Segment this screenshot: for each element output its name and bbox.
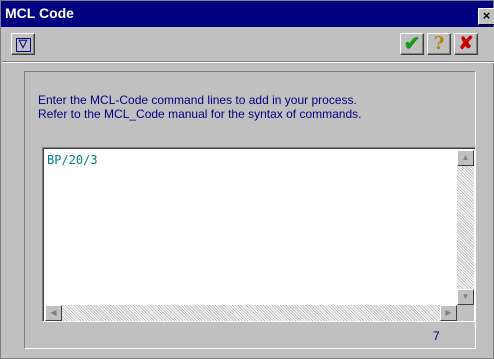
dropdown-arrow-icon: ▽ xyxy=(15,38,31,52)
scrollbar-corner xyxy=(457,305,474,321)
window-title: MCL Code xyxy=(5,5,74,21)
dropdown-button[interactable]: ▽ xyxy=(11,33,35,55)
instructions-text: Enter the MCL-Code command lines to add … xyxy=(38,93,362,121)
instruction-line-2: Refer to the MCL_Code manual for the syn… xyxy=(38,107,362,121)
line-count-indicator: 7 xyxy=(433,329,440,343)
code-editor[interactable]: BP/20/3 ▲ ▼ ◀ ▶ xyxy=(42,147,476,322)
vertical-scrollbar[interactable]: ▲ ▼ xyxy=(457,150,474,305)
help-button[interactable]: ? xyxy=(427,33,451,55)
close-button[interactable]: × xyxy=(478,8,494,25)
instruction-line-1: Enter the MCL-Code command lines to add … xyxy=(38,93,357,107)
scroll-up-arrow-icon: ▲ xyxy=(461,153,470,162)
toolbar: ▽ ✔ ? ✘ xyxy=(2,27,494,63)
ok-button[interactable]: ✔ xyxy=(400,33,424,55)
close-icon: × xyxy=(482,8,491,23)
horizontal-scrollbar[interactable]: ◀ ▶ xyxy=(45,305,457,321)
scroll-left-arrow-icon: ◀ xyxy=(50,308,57,317)
code-editor-text[interactable]: BP/20/3 xyxy=(47,153,98,167)
scroll-left-button[interactable]: ◀ xyxy=(45,305,62,321)
scroll-down-arrow-icon: ▼ xyxy=(461,292,470,301)
scroll-right-button[interactable]: ▶ xyxy=(440,305,457,321)
question-mark-icon: ? xyxy=(433,33,445,54)
checkmark-icon: ✔ xyxy=(403,33,421,55)
scroll-up-button[interactable]: ▲ xyxy=(457,150,474,166)
scroll-right-arrow-icon: ▶ xyxy=(445,308,452,317)
mcl-code-dialog: MCL Code × ▽ ✔ ? ✘ Enter the MCL-Code co… xyxy=(0,0,494,359)
title-bar: MCL Code xyxy=(1,1,493,27)
scroll-down-button[interactable]: ▼ xyxy=(457,289,474,305)
cancel-button[interactable]: ✘ xyxy=(454,33,478,55)
cancel-x-icon: ✘ xyxy=(458,33,474,54)
